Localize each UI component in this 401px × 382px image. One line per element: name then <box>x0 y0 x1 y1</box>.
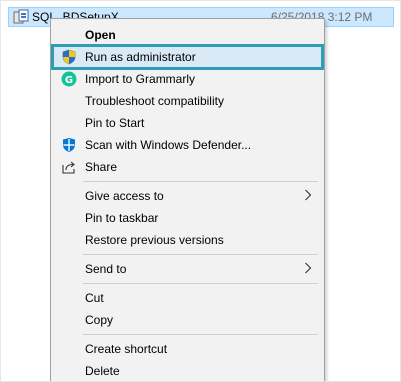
menu-item-send-to[interactable]: Send to <box>53 258 322 280</box>
menu-separator <box>83 334 318 335</box>
windows-defender-icon <box>61 137 77 153</box>
menu-item-restore-previous-versions[interactable]: Restore previous versions <box>53 229 322 251</box>
menu-item-create-shortcut[interactable]: Create shortcut <box>53 338 322 360</box>
menu-item-label: Scan with Windows Defender... <box>85 138 252 152</box>
share-icon <box>61 159 77 175</box>
menu-item-import-to-grammarly[interactable]: G Import to Grammarly <box>53 68 322 90</box>
menu-item-label: Delete <box>85 364 120 378</box>
menu-separator <box>83 254 318 255</box>
menu-item-open[interactable]: Open <box>53 24 322 46</box>
menu-item-label: Give access to <box>85 189 164 203</box>
menu-item-pin-to-taskbar[interactable]: Pin to taskbar <box>53 207 322 229</box>
menu-item-label: Share <box>85 160 118 174</box>
grammarly-icon: G <box>61 71 77 87</box>
menu-item-label: Restore previous versions <box>85 233 224 247</box>
menu-item-troubleshoot-compatibility[interactable]: Troubleshoot compatibility <box>53 90 322 112</box>
menu-item-copy[interactable]: Copy <box>53 309 322 331</box>
menu-separator <box>83 181 318 182</box>
menu-item-scan-with-defender[interactable]: Scan with Windows Defender... <box>53 134 322 156</box>
menu-separator <box>83 283 318 284</box>
menu-item-cut[interactable]: Cut <box>53 287 322 309</box>
menu-item-label: Create shortcut <box>85 342 168 356</box>
menu-item-delete[interactable]: Delete <box>53 360 322 382</box>
menu-item-label: Run as administrator <box>85 50 196 64</box>
menu-item-share[interactable]: Share <box>53 156 322 178</box>
installer-file-icon <box>13 9 29 25</box>
menu-item-label: Copy <box>85 313 114 327</box>
menu-item-label: Pin to Start <box>85 116 145 130</box>
menu-item-label: Troubleshoot compatibility <box>85 94 224 108</box>
menu-item-label: Open <box>85 28 116 42</box>
svg-text:G: G <box>65 75 73 86</box>
menu-item-label: Send to <box>85 262 127 276</box>
chevron-right-icon <box>304 189 312 201</box>
chevron-right-icon <box>304 262 312 274</box>
menu-item-label: Cut <box>85 291 104 305</box>
uac-shield-icon <box>61 49 77 65</box>
context-menu: Open Run as administrator G Import to Gr… <box>50 18 325 382</box>
menu-item-label: Import to Grammarly <box>85 72 196 86</box>
menu-item-label: Pin to taskbar <box>85 211 159 225</box>
menu-item-run-as-administrator[interactable]: Run as administrator <box>51 44 324 70</box>
menu-item-give-access-to[interactable]: Give access to <box>53 185 322 207</box>
menu-item-pin-to-start[interactable]: Pin to Start <box>53 112 322 134</box>
